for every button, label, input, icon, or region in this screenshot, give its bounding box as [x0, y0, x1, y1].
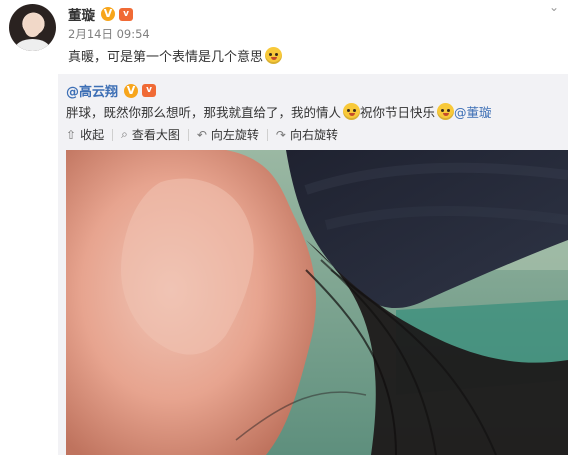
avatar-face — [24, 13, 41, 37]
repost-text-part1: 胖球，既然你那么想听，那我就直给了，我的情人 — [66, 105, 342, 120]
author-avatar[interactable] — [9, 4, 56, 51]
repost-card: @高云翔 V v 胖球，既然你那么想听，那我就直给了，我的情人 祝你节日快乐 @… — [58, 74, 568, 455]
repost-vip-badge-icon: v — [142, 84, 157, 97]
photo-image — [66, 150, 568, 455]
toolbar-divider — [266, 128, 268, 141]
rotate-left-label: 向左旋转 — [210, 128, 259, 142]
rotate-left-icon: ↶ — [196, 127, 207, 142]
mention-link[interactable]: @董璇 — [454, 102, 492, 121]
toolbar-divider — [187, 128, 189, 141]
vip-badge-icon: v — [119, 7, 133, 21]
repost-text-part2: 祝你节日快乐 — [360, 105, 436, 120]
author-name[interactable]: 董璇 — [68, 4, 95, 24]
emoji-icon — [343, 103, 361, 120]
author-line: 董璇 V v — [68, 4, 133, 24]
avatar-shoulder — [15, 39, 50, 51]
search-icon: ⌕ — [121, 127, 128, 141]
view-large-button[interactable]: ⌕ 查看大图 — [121, 126, 180, 143]
collapse-button[interactable]: ⇧ 收起 — [66, 126, 104, 143]
collapse-label: 收起 — [80, 128, 105, 142]
toolbar-divider — [112, 128, 114, 141]
rotate-left-button[interactable]: ↶ 向左旋转 — [197, 126, 259, 143]
rotate-right-icon: ↷ — [275, 127, 286, 142]
emoji-icon — [265, 47, 283, 64]
repost-text: 胖球，既然你那么想听，那我就直给了，我的情人 祝你节日快乐 @董璇 — [66, 102, 492, 121]
view-large-label: 查看大图 — [131, 128, 180, 142]
collapse-icon: ⇧ — [66, 127, 77, 142]
rotate-right-label: 向右旋转 — [289, 128, 338, 142]
post-text: 真暖，可是第一个表情是几个意思 — [68, 46, 283, 65]
post-timestamp[interactable]: 2月14日 09:54 — [68, 26, 150, 42]
emoji-icon — [437, 103, 455, 120]
repost-author-line: @高云翔 V v — [66, 81, 157, 100]
verified-badge-icon: V — [101, 7, 115, 21]
image-toolbar: ⇧ 收起 ⌕ 查看大图 ↶ 向左旋转 ↷ 向右旋转 — [66, 126, 346, 143]
rotate-right-button[interactable]: ↷ 向右旋转 — [276, 126, 338, 143]
repost-verified-badge-icon: V — [124, 83, 139, 98]
chevron-down-icon[interactable]: ⌄ — [549, 1, 559, 13]
post-body: 真暖，可是第一个表情是几个意思 — [68, 50, 264, 65]
repost-author-name[interactable]: @高云翔 — [66, 81, 118, 100]
post-photo[interactable] — [66, 150, 568, 455]
